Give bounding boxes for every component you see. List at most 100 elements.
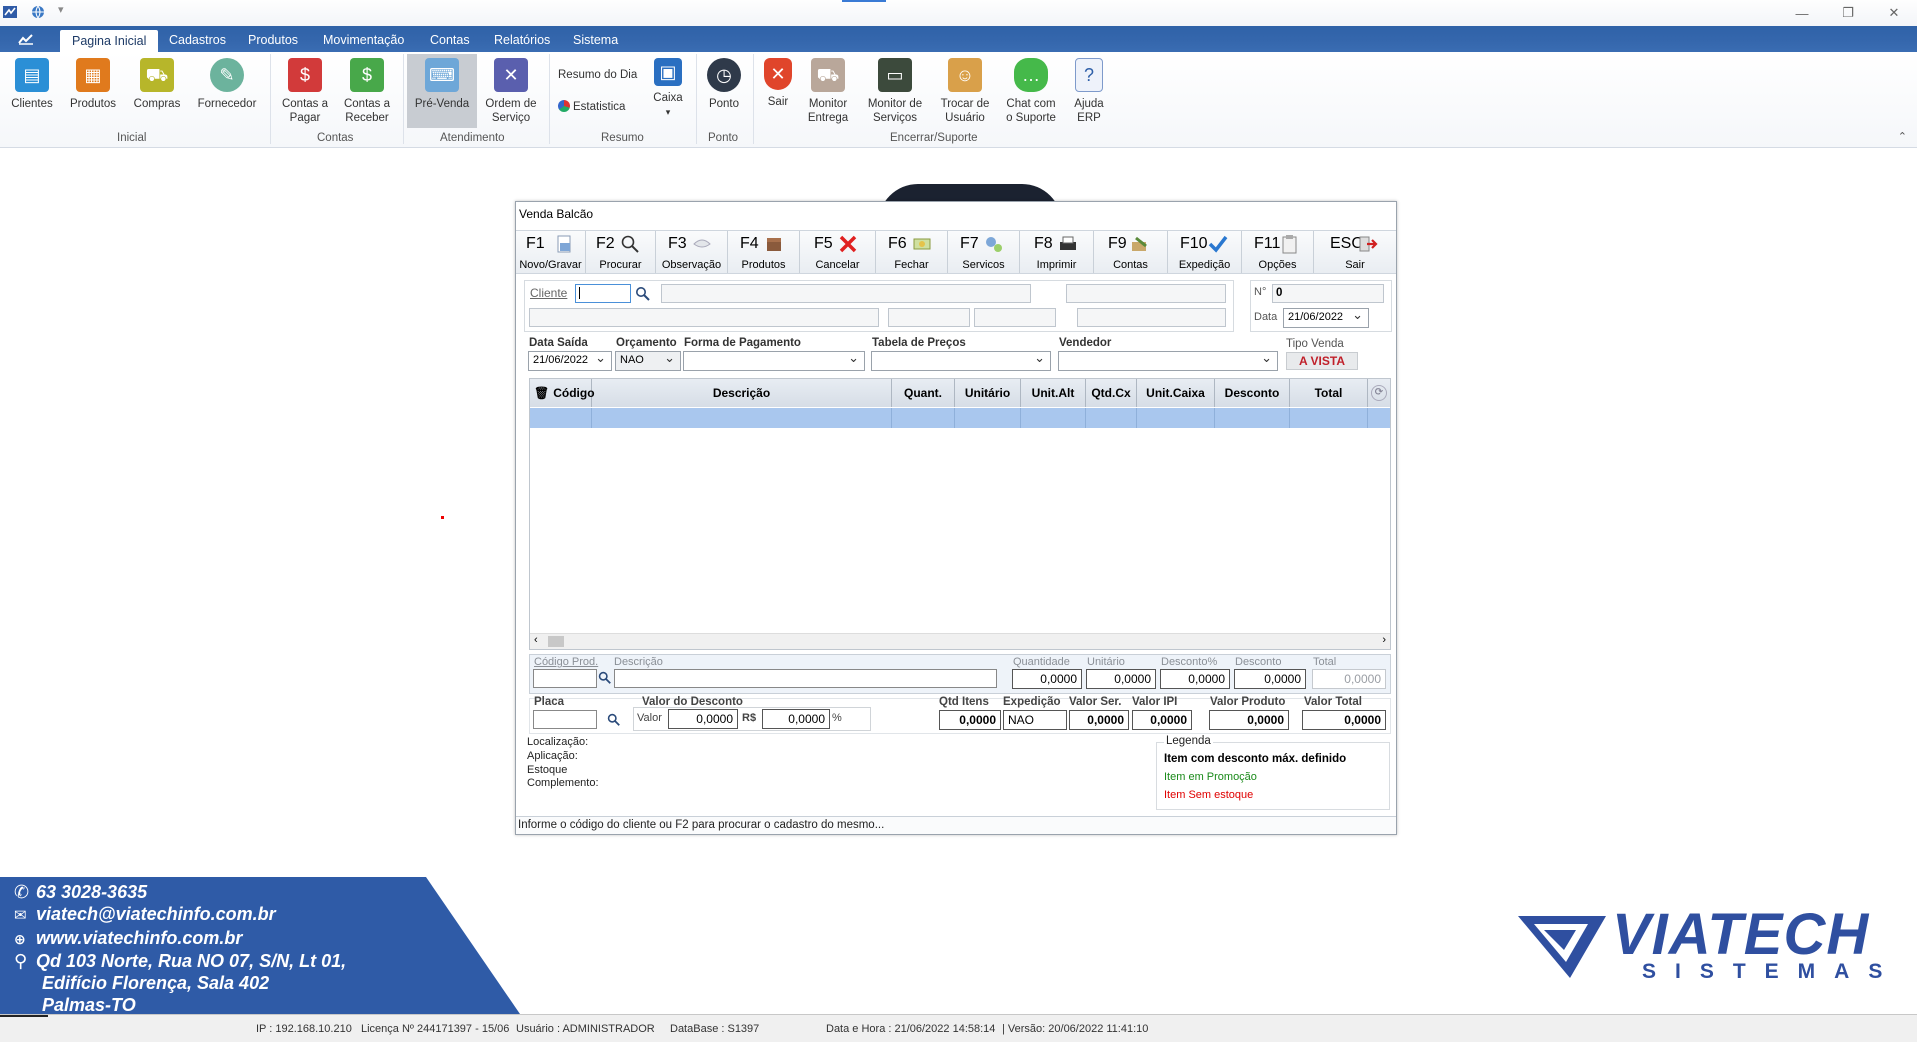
tab-contas[interactable]: Contas [430,32,470,48]
horizontal-scrollbar[interactable]: ‹ › [530,633,1390,649]
globe-icon[interactable] [30,4,46,20]
quantidade-input[interactable]: 0,0000 [1012,669,1082,689]
title-indicator [842,0,886,2]
valor-desconto-input[interactable]: 0,0000 [668,709,738,729]
trocar-usuario-button[interactable]: ☺ Trocar de Usuário [934,58,996,125]
f5-cancelar-button[interactable]: F5 Cancelar [800,231,876,273]
contas-receber-button[interactable]: $ Contas a Receber [338,58,396,125]
tipo-venda-label: Tipo Venda [1286,338,1344,350]
f2-procurar-button[interactable]: F2 Procurar [586,231,656,273]
contas-pagar-button[interactable]: $ Contas a Pagar [278,58,332,125]
monitor-entrega-button[interactable]: ⛟ Monitor Entrega [802,58,854,125]
col-quant[interactable]: Quant. [892,379,955,407]
col-qtd-cx[interactable]: Qtd.Cx [1086,379,1137,407]
f8-imprimir-button[interactable]: F8 Imprimir [1020,231,1094,273]
table-row[interactable] [530,408,1390,428]
ponto-button[interactable]: ◷ Ponto [702,58,746,111]
contact-site-row: ⊕ www.viatechinfo.com.br [14,927,346,950]
f4-produtos-button[interactable]: F4 Produtos [728,231,800,273]
f11-opcoes-button[interactable]: F11 Opções [1242,231,1314,273]
f9-contas-button[interactable]: F9 Contas [1094,231,1168,273]
tab-relatorios[interactable]: Relatórios [494,32,550,48]
chat-suporte-button[interactable]: … Chat com o Suporte [1000,58,1062,125]
file-menu-button[interactable] [0,26,52,52]
contas-receber-label-1: Contas a [343,98,391,110]
f3-observacao-button[interactable]: F3 Observação [656,231,728,273]
ajuda-erp-button[interactable]: ? Ajuda ERP [1068,58,1110,125]
desconto-item-label: Desconto [1235,656,1282,668]
placa-search-icon[interactable] [607,713,621,727]
sair-button[interactable]: ✕ Sair [760,58,796,109]
rs-label: R$ [742,712,757,724]
col-desconto[interactable]: Desconto [1215,379,1290,407]
cliente-codigo-input[interactable] [575,284,631,303]
placa-input[interactable] [533,710,597,729]
monitor-servicos-button[interactable]: ▭ Monitor de Serviços [862,58,928,125]
col-unit-caixa[interactable]: Unit.Caixa [1137,379,1215,407]
produtos-button[interactable]: ▦ Produtos [66,58,120,111]
f2-label: Procurar [599,259,642,271]
rs-desconto-input[interactable]: 0,0000 [762,709,830,729]
descricao-input[interactable] [614,669,997,688]
f3-key-label: F3 [668,235,687,252]
collapse-ribbon-icon[interactable]: ⌃ [1898,130,1907,143]
unitario-input[interactable]: 0,0000 [1086,669,1156,689]
tab-pagina-inicial[interactable]: Pagina Inicial [60,30,159,52]
status-database: DataBase : S1397 [670,1023,760,1035]
esc-sair-button[interactable]: ESC Sair [1314,231,1396,273]
col-descricao[interactable]: Descrição [592,379,892,407]
f7-servicos-button[interactable]: F7 Servicos [948,231,1020,273]
vendedor-label: Vendedor [1059,337,1112,349]
sair-label: Sair [767,96,789,108]
col-total[interactable]: Total [1290,379,1368,407]
scroll-right-icon[interactable]: › [1382,634,1386,646]
restore-icon[interactable]: ❐ [1825,0,1871,26]
codigo-prod-input[interactable] [533,669,597,688]
scroll-thumb[interactable] [548,636,564,647]
desconto-item-input[interactable]: 0,0000 [1234,669,1306,689]
data-date-picker[interactable]: 21/06/2022 [1283,307,1369,328]
col-unit-alt[interactable]: Unit.Alt [1021,379,1086,407]
f10-expedicao-button[interactable]: F10 Expedição [1168,231,1242,273]
tab-movimentacao[interactable]: Movimentação [323,32,404,48]
cliente-cidade-field [974,308,1056,327]
col-unitario[interactable]: Unitário [955,379,1021,407]
check-icon [1208,235,1228,253]
viatech-logo-text: VIATECH [1612,902,1870,967]
qa-dropdown-icon[interactable]: ▾ [58,3,64,16]
f1-novo-gravar-button[interactable]: F1 Novo/Gravar [516,231,586,273]
estatistica-button[interactable]: Estatistica [558,100,638,114]
f8-key-label: F8 [1034,235,1053,252]
vendedor-select[interactable] [1058,350,1278,371]
scroll-left-icon[interactable]: ‹ [534,634,538,646]
compras-button[interactable]: ⛟ Compras [130,58,184,111]
orcamento-select[interactable]: NAO [615,350,681,371]
clipboard-icon [1282,235,1297,254]
forma-pagamento-select[interactable] [683,350,865,371]
minimize-icon[interactable]: — [1779,0,1825,26]
fornecedor-button[interactable]: ✎ Fornecedor [194,58,260,111]
refresh-grid-button[interactable]: ⟳ [1368,379,1390,407]
tabela-precos-select[interactable] [871,350,1051,371]
f6-fechar-button[interactable]: F6 Fechar [876,231,948,273]
desconto-pct-input[interactable]: 0,0000 [1160,669,1230,689]
close-icon[interactable]: ✕ [1871,0,1917,26]
tab-cadastros[interactable]: Cadastros [169,32,226,48]
clientes-button[interactable]: ▤ Clientes [8,58,56,111]
ordem-servico-button[interactable]: ✕ Ordem de Serviço [482,58,540,125]
produto-search-icon[interactable] [598,671,612,685]
chat-suporte-label-1: Chat com [1006,98,1056,110]
tab-sistema[interactable]: Sistema [573,32,618,48]
caixa-button[interactable]: ▣ Caixa ▾ [650,58,686,119]
f7-key-label: F7 [960,235,979,252]
data-saida-picker[interactable]: 21/06/2022 [528,350,612,371]
tab-produtos[interactable]: Produtos [248,32,298,48]
legend-item-desconto: Item com desconto máx. definido [1164,753,1347,765]
data-saida-label: Data Saída [529,337,588,349]
viatech-logo-mark [1518,916,1606,978]
resumo-dia-button[interactable]: Resumo do Dia [558,68,638,82]
pre-venda-button[interactable]: ⌨ Pré-Venda [407,54,477,128]
col-codigo[interactable]: 🗑 Código [530,379,595,407]
status-versao: | Versão: 20/06/2022 11:41:10 [1002,1023,1149,1035]
cliente-search-icon[interactable] [635,286,651,302]
